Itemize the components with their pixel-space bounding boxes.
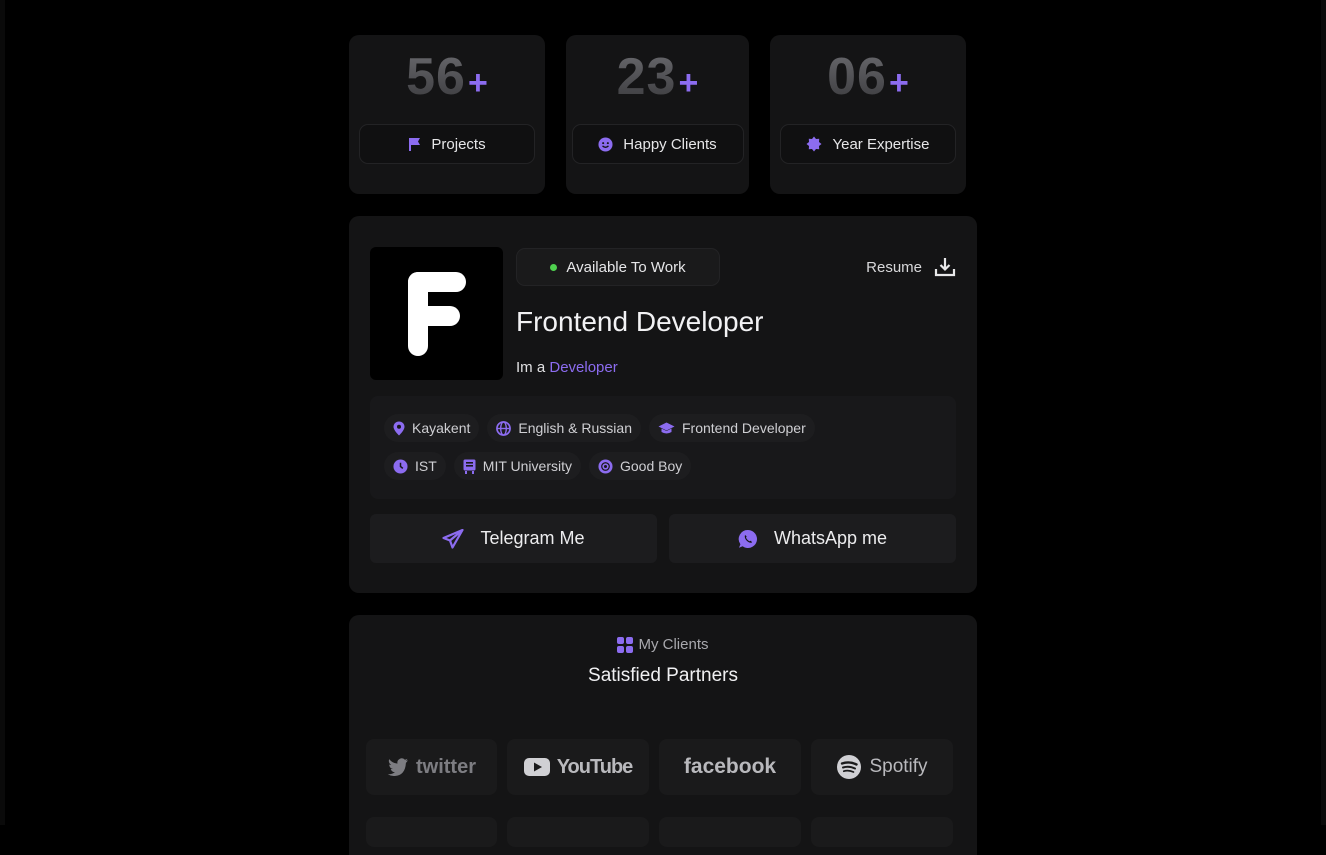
- chip-personality: Good Boy: [588, 452, 692, 480]
- section-tag-text: My Clients: [638, 636, 709, 653]
- client-logo-text: YouTube: [556, 755, 634, 778]
- client-logo-tile: [659, 817, 801, 847]
- graduation-cap-icon: [658, 422, 675, 435]
- stat-number: 23 +: [617, 49, 699, 111]
- whatsapp-button-label: WhatsApp me: [773, 528, 888, 548]
- spotify-icon: [836, 754, 862, 780]
- section-tag: My Clients: [349, 636, 977, 653]
- stat-label-text: Happy Clients: [623, 135, 717, 153]
- client-logo-tile: [366, 817, 497, 847]
- grid-icon: [617, 636, 634, 653]
- stat-card-year-expertise: 06 + Year Expertise: [770, 35, 966, 194]
- stat-value: 56: [406, 48, 466, 106]
- profile-card: Available To Work Resume Frontend Develo…: [349, 216, 977, 593]
- chip-university: MIT University: [453, 452, 581, 480]
- stat-label-text: Projects: [431, 135, 486, 153]
- telegram-icon: [442, 528, 465, 549]
- contact-buttons: Telegram Me WhatsApp me: [370, 514, 956, 563]
- client-logo-facebook: facebook: [659, 739, 801, 795]
- page-title: Frontend Developer: [516, 306, 764, 337]
- stat-number: 56 +: [406, 49, 488, 111]
- whatsapp-icon: [738, 529, 758, 549]
- chip-languages: English & Russian: [487, 414, 641, 442]
- location-pin-icon: [393, 421, 405, 436]
- stat-card-happy-clients: 23 + Happy Clients: [566, 35, 749, 194]
- award-icon: [806, 136, 822, 152]
- client-logo-text: facebook: [683, 755, 777, 778]
- client-logo-youtube: YouTube: [507, 739, 649, 795]
- telegram-button-label: Telegram Me: [480, 528, 585, 548]
- logo-letter-f: [407, 271, 466, 356]
- client-logo-tile: [507, 817, 649, 847]
- stat-card-projects: 56 + Projects: [349, 35, 545, 194]
- tagline-prefix: Im a: [516, 359, 546, 376]
- tagline: Im a Developer: [516, 359, 618, 376]
- chip-label: MIT University: [482, 458, 572, 474]
- chip-label: Kayakent: [412, 420, 471, 436]
- client-logo-spotify: Spotify: [811, 739, 953, 795]
- page-border-left: [0, 0, 5, 825]
- stat-label-happy-clients: Happy Clients: [571, 124, 744, 164]
- chips-row: IST MIT University Good Boy: [384, 452, 692, 480]
- client-logo-text: twitter: [416, 755, 476, 778]
- smile-icon: [598, 136, 613, 152]
- whatsapp-button[interactable]: WhatsApp me: [669, 514, 956, 563]
- status-badge: Available To Work: [516, 248, 720, 286]
- chip-label: Frontend Developer: [682, 420, 806, 436]
- clock-icon: [393, 458, 408, 474]
- info-chips-box: Kayakent English & Russian Frontend Deve…: [370, 396, 956, 499]
- client-logo-tile: [811, 817, 953, 847]
- main-column: 56 + Projects 23 + Happy Clients 06 + Ye…: [349, 35, 977, 855]
- school-icon: [463, 459, 476, 474]
- client-logo-text: Spotify: [869, 756, 928, 777]
- stats-row: 56 + Projects 23 + Happy Clients 06 + Ye…: [349, 35, 977, 194]
- twitter-icon: [387, 758, 409, 776]
- download-icon: [934, 256, 956, 278]
- chips-row: Kayakent English & Russian Frontend Deve…: [384, 414, 815, 442]
- stat-label-projects: Projects: [359, 124, 535, 164]
- stat-plus: +: [467, 64, 488, 102]
- chip-label: Good Boy: [619, 458, 683, 474]
- chip-label: English & Russian: [518, 420, 632, 436]
- chip-role: Frontend Developer: [649, 414, 815, 442]
- stat-value: 23: [616, 48, 677, 106]
- badge-icon: [598, 458, 613, 474]
- flag-icon: [408, 137, 421, 151]
- client-logo-twitter: twitter: [366, 739, 497, 795]
- chip-location: Kayakent: [384, 414, 480, 442]
- chip-timezone: IST: [384, 452, 446, 480]
- chip-label: IST: [415, 458, 437, 474]
- stat-plus: +: [888, 64, 909, 102]
- resume-download-button[interactable]: Resume: [866, 256, 956, 278]
- stat-label-year-expertise: Year Expertise: [780, 124, 956, 164]
- resume-label: Resume: [866, 258, 922, 276]
- youtube-icon: [523, 758, 550, 776]
- stat-number: 06 +: [827, 49, 909, 111]
- client-logos-row: twitter YouTube facebook Spotify: [366, 739, 953, 795]
- stat-label-text: Year Expertise: [832, 135, 930, 153]
- status-text: Available To Work: [566, 258, 686, 276]
- tagline-highlight: Developer: [549, 359, 618, 376]
- section-title: Satisfied Partners: [588, 665, 738, 686]
- status-dot: [550, 263, 558, 271]
- stat-value: 06: [827, 48, 887, 106]
- clients-section: My Clients Satisfied Partners twitter Yo…: [349, 615, 977, 855]
- client-logos-row-2: [366, 817, 953, 847]
- page-border-right: [1321, 0, 1326, 825]
- stat-plus: +: [678, 64, 699, 102]
- profile-logo: [370, 247, 503, 380]
- globe-icon: [496, 420, 512, 436]
- telegram-button[interactable]: Telegram Me: [370, 514, 657, 563]
